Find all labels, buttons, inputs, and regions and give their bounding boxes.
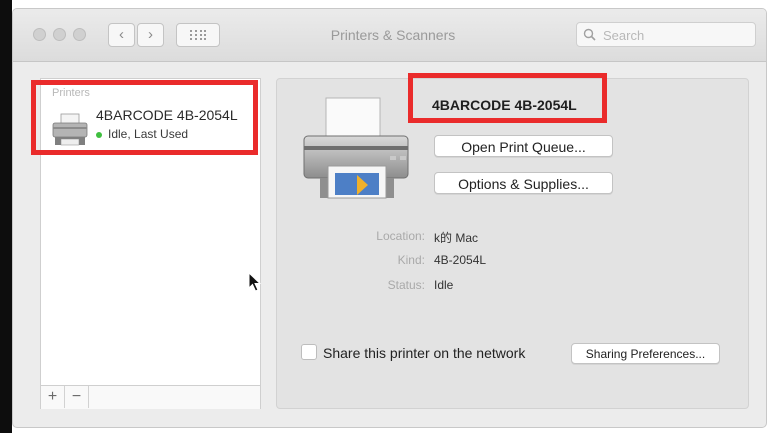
zoom-window-button[interactable]: [73, 28, 86, 41]
status-value: Idle: [434, 278, 454, 292]
search-input[interactable]: [601, 26, 755, 45]
printers-list: Printers 4BARCODE 4B-2054L Idle, Last Us…: [40, 78, 261, 409]
window-title: Printers & Scanners: [330, 27, 456, 43]
list-footer: + −: [41, 385, 260, 409]
printer-icon: [303, 97, 409, 199]
printer-name: 4BARCODE 4B-2054L: [96, 107, 238, 123]
location-value: k的 Mac: [434, 231, 479, 245]
printer-title: 4BARCODE 4B-2054L: [432, 97, 577, 113]
show-all-button[interactable]: [176, 23, 220, 47]
printers-section-header: Printers: [52, 87, 90, 99]
open-print-queue-button[interactable]: Open Print Queue...: [434, 135, 613, 157]
printers-scanners-window: ‹ › Printers & Scanners Printers: [12, 8, 767, 428]
remove-printer-button[interactable]: −: [65, 386, 89, 408]
add-printer-button[interactable]: +: [41, 386, 65, 408]
titlebar: ‹ › Printers & Scanners: [13, 9, 766, 62]
printer-detail-panel: 4BARCODE 4B-2054L Open Print Queue... Op…: [276, 78, 749, 409]
cursor-icon: [248, 272, 262, 292]
printer-status: Idle, Last Used: [108, 127, 189, 141]
screen-edge: [0, 0, 12, 433]
search-field[interactable]: [576, 22, 756, 47]
back-button[interactable]: ‹: [108, 23, 135, 47]
kind-value: 4B-2054L: [434, 253, 487, 267]
printer-icon: [52, 113, 88, 146]
kind-label: Kind:: [397, 253, 425, 267]
close-window-button[interactable]: [33, 28, 46, 41]
sharing-preferences-button[interactable]: Sharing Preferences...: [571, 343, 720, 364]
forward-button[interactable]: ›: [137, 23, 164, 47]
status-label: Status:: [387, 278, 425, 292]
location-label: Location:: [376, 229, 425, 243]
options-supplies-button[interactable]: Options & Supplies...: [434, 172, 613, 194]
share-printer-label[interactable]: Share this printer on the network: [323, 345, 525, 361]
printer-list-item[interactable]: 4BARCODE 4B-2054L Idle, Last Used: [48, 105, 258, 151]
share-printer-checkbox[interactable]: [301, 344, 317, 360]
search-icon: [583, 28, 596, 41]
minimize-window-button[interactable]: [53, 28, 66, 41]
grid-icon: [190, 30, 206, 40]
